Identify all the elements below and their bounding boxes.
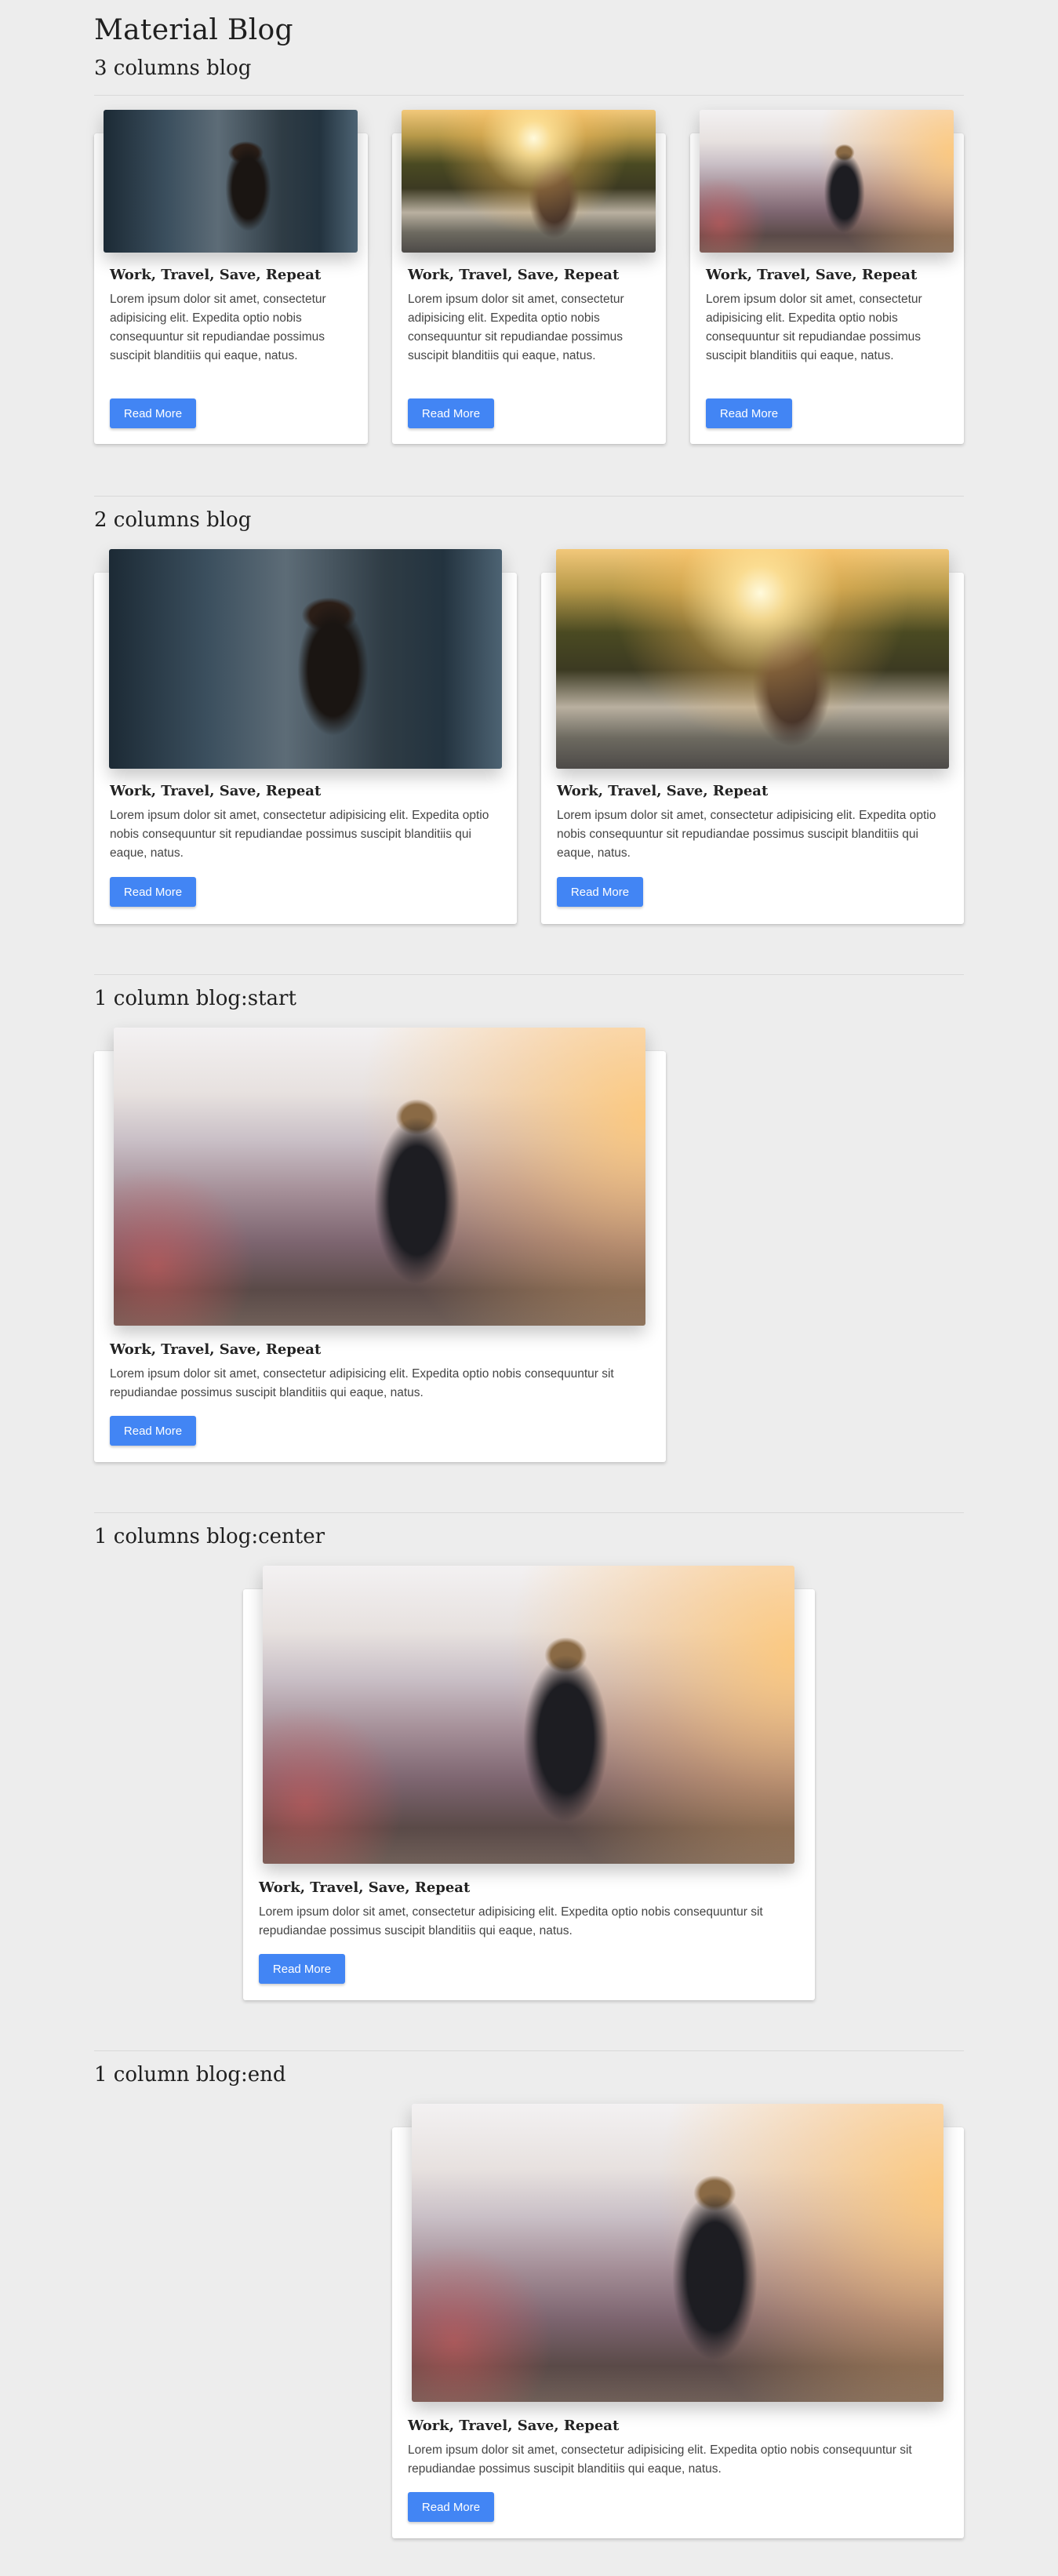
post-text: Lorem ipsum dolor sit amet, consectetur …: [110, 1367, 614, 1399]
mountain-view-image: [412, 2104, 943, 2402]
mountain-view-image: [263, 1566, 794, 1864]
post-title: Work, Travel, Save, Repeat: [706, 267, 918, 283]
blog-card: Work, Travel, Save, Repeat Lorem ipsum d…: [392, 2104, 964, 2538]
post-title: Work, Travel, Save, Repeat: [259, 1879, 471, 1896]
post-title: Work, Travel, Save, Repeat: [557, 783, 769, 799]
sunset-lake-image: [402, 110, 656, 253]
mountain-view-image: [700, 110, 954, 253]
section-title-1-column-center: 1 columns blog:center: [94, 1525, 325, 1548]
hair-woman-image: [109, 549, 502, 769]
read-more-button[interactable]: Read More: [557, 877, 643, 907]
section-title-2-columns: 2 columns blog: [94, 508, 252, 532]
post-text: Lorem ipsum dolor sit amet, consectetur …: [408, 293, 624, 362]
section-title-3-columns: 3 columns blog: [94, 56, 252, 80]
blog-card: Work, Travel, Save, Repeat Lorem ipsum d…: [94, 1028, 666, 1462]
blog-card: Work, Travel, Save, Repeat Lorem ipsum d…: [94, 549, 517, 924]
divider: [94, 1512, 964, 1513]
section-title-1-column-start: 1 column blog:start: [94, 987, 296, 1010]
read-more-button[interactable]: Read More: [110, 398, 196, 428]
blog-card: Work, Travel, Save, Repeat Lorem ipsum d…: [243, 1566, 815, 2000]
post-text: Lorem ipsum dolor sit amet, consectetur …: [110, 293, 326, 362]
post-title: Work, Travel, Save, Repeat: [408, 267, 620, 283]
section-title-1-column-end: 1 column blog:end: [94, 2063, 286, 2087]
post-text: Lorem ipsum dolor sit amet, consectetur …: [706, 293, 922, 362]
blog-card: Work, Travel, Save, Repeat Lorem ipsum d…: [690, 110, 964, 444]
post-text: Lorem ipsum dolor sit amet, consectetur …: [110, 809, 489, 860]
divider: [94, 2050, 964, 2051]
blog-card: Work, Travel, Save, Repeat Lorem ipsum d…: [541, 549, 964, 924]
sunset-lake-image: [556, 549, 949, 769]
read-more-button[interactable]: Read More: [110, 877, 196, 907]
post-text: Lorem ipsum dolor sit amet, consectetur …: [259, 1905, 763, 1937]
mountain-view-image: [114, 1028, 645, 1326]
read-more-button[interactable]: Read More: [706, 398, 792, 428]
read-more-button[interactable]: Read More: [110, 1416, 196, 1446]
post-title: Work, Travel, Save, Repeat: [110, 267, 322, 283]
blog-card: Work, Travel, Save, Repeat Lorem ipsum d…: [94, 110, 368, 444]
post-text: Lorem ipsum dolor sit amet, consectetur …: [408, 2443, 912, 2476]
read-more-button[interactable]: Read More: [259, 1954, 345, 1984]
post-title: Work, Travel, Save, Repeat: [408, 2418, 620, 2434]
blog-card: Work, Travel, Save, Repeat Lorem ipsum d…: [392, 110, 666, 444]
divider: [94, 496, 964, 497]
post-text: Lorem ipsum dolor sit amet, consectetur …: [557, 809, 936, 860]
page-title: Material Blog: [94, 14, 293, 46]
post-title: Work, Travel, Save, Repeat: [110, 783, 322, 799]
hair-woman-image: [104, 110, 358, 253]
read-more-button[interactable]: Read More: [408, 398, 494, 428]
post-title: Work, Travel, Save, Repeat: [110, 1341, 322, 1358]
divider: [94, 974, 964, 975]
read-more-button[interactable]: Read More: [408, 2492, 494, 2522]
divider: [94, 95, 964, 96]
